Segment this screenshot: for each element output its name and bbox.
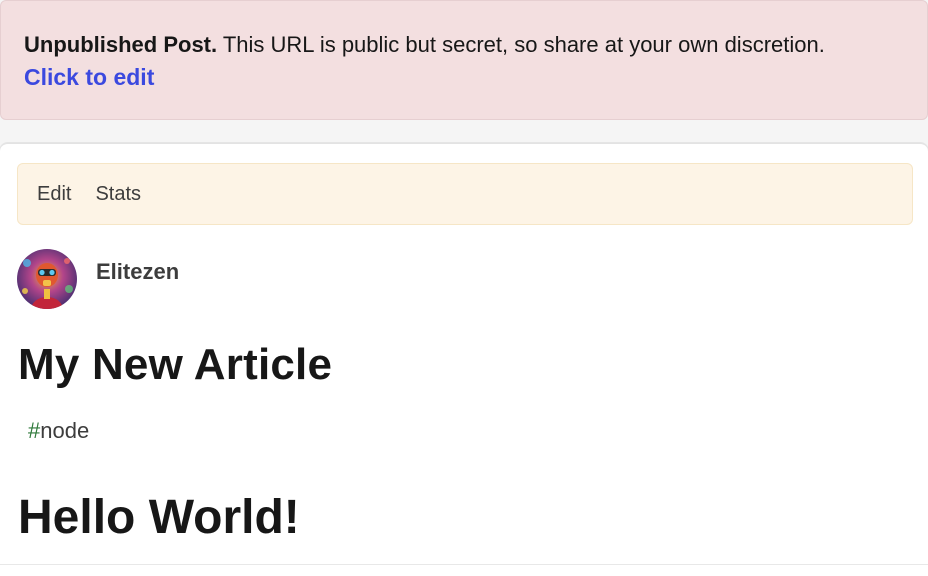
avatar-image-icon: [17, 249, 77, 309]
tag-node[interactable]: #node: [28, 418, 89, 444]
article-actions-bar: Edit Stats: [17, 163, 913, 225]
author-name[interactable]: Elitezen: [96, 259, 179, 285]
author-block: Elitezen: [17, 249, 179, 309]
notice-text: Unpublished Post. This URL is public but…: [24, 29, 904, 61]
article-card: Edit Stats Elitezen My New Article #node…: [0, 143, 928, 576]
tag-label: node: [40, 418, 90, 443]
stats-link[interactable]: Stats: [95, 183, 141, 206]
divider: [0, 564, 928, 565]
avatar[interactable]: [17, 249, 77, 309]
notice-strong-label: Unpublished Post.: [24, 32, 218, 57]
article-title: My New Article: [18, 340, 333, 389]
click-to-edit-link[interactable]: Click to edit: [24, 64, 154, 91]
unpublished-notice: Unpublished Post. This URL is public but…: [0, 0, 928, 120]
tag-hash: #: [28, 418, 41, 443]
notice-message: This URL is public but secret, so share …: [217, 32, 825, 57]
edit-link[interactable]: Edit: [37, 183, 71, 206]
body-heading: Hello World!: [18, 491, 300, 544]
